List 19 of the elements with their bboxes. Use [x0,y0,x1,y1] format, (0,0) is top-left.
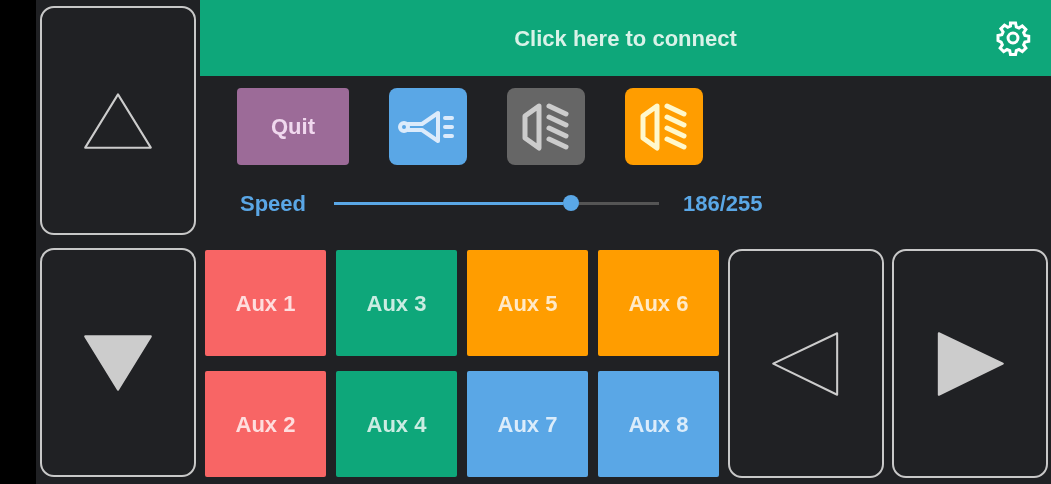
aux-button[interactable]: Aux 4 [336,371,457,477]
settings-icon[interactable] [995,20,1031,56]
lights-button[interactable] [507,88,585,165]
aux-button[interactable]: Aux 8 [598,371,719,477]
speed-label: Speed [240,189,308,218]
aux-button[interactable]: Aux 2 [205,371,326,477]
right-arrow-button[interactable] [892,249,1048,478]
aux-button[interactable]: Aux 1 [205,250,326,356]
aux-button[interactable]: Aux 5 [467,250,588,356]
connect-bar[interactable]: Click here to connect [200,0,1051,76]
quit-button[interactable]: Quit [237,88,349,165]
slider-thumb[interactable] [562,194,579,211]
up-arrow-button[interactable] [40,6,196,235]
aux-button[interactable]: Aux 3 [336,250,457,356]
aux-button[interactable]: Aux 7 [467,371,588,477]
aux-button[interactable]: Aux 6 [598,250,719,356]
speed-reading: 186/255 [683,189,763,218]
down-arrow-button[interactable] [40,248,196,477]
left-arrow-button[interactable] [728,249,884,478]
